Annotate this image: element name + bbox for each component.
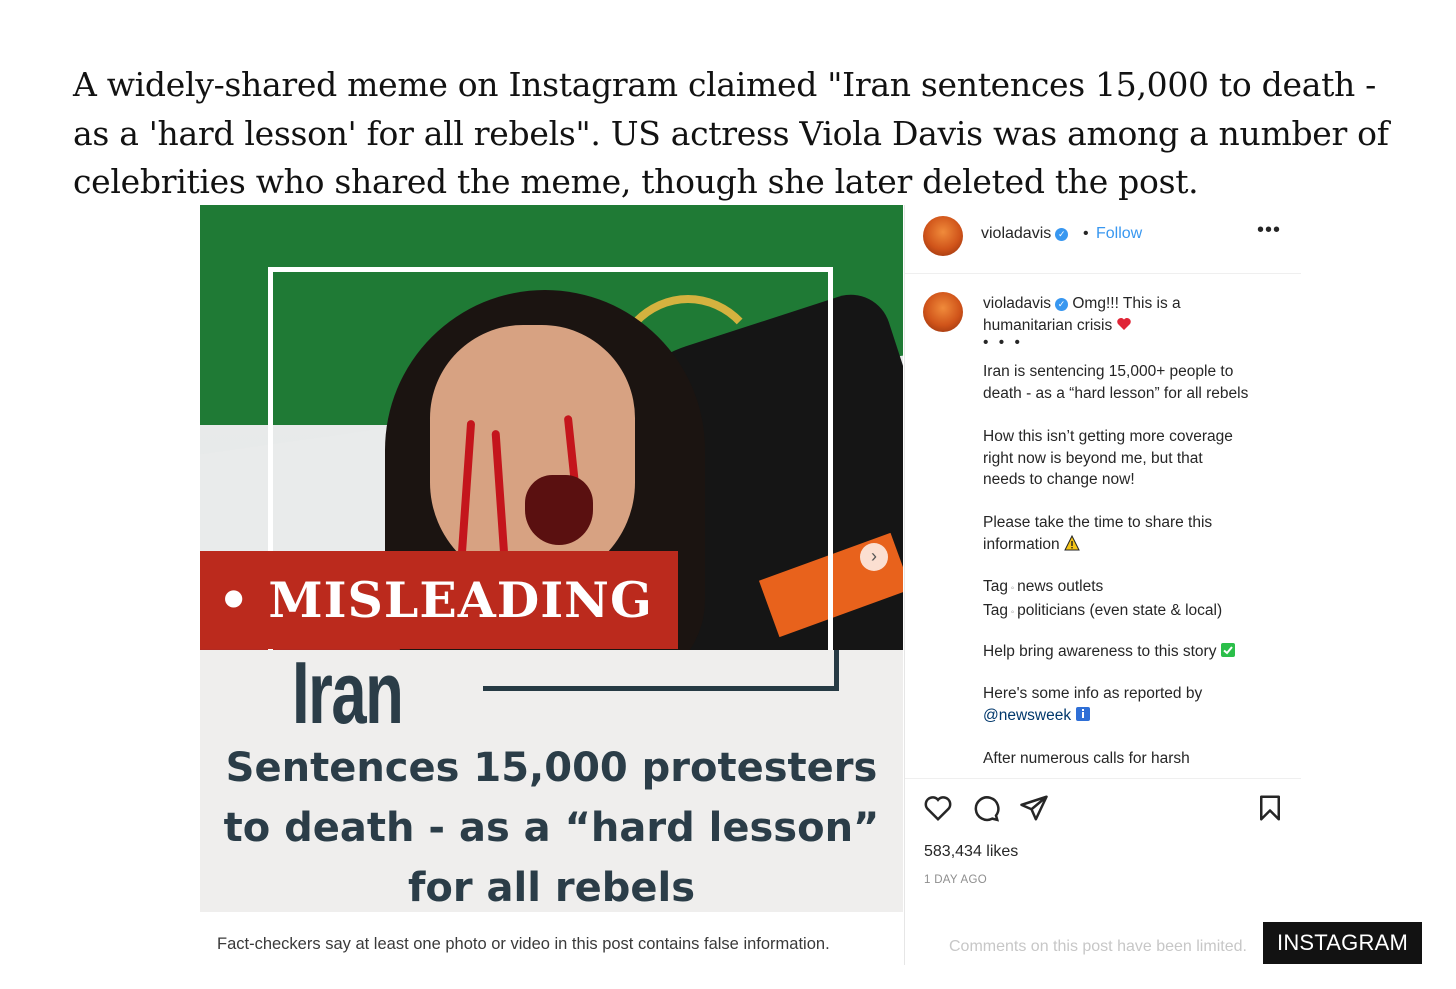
post-username[interactable]: violadavis ✓ (981, 225, 1069, 243)
headline-line: Sentences 15,000 protesters (225, 745, 878, 791)
avatar[interactable] (923, 216, 963, 256)
image-credit: INSTAGRAM (1263, 922, 1422, 964)
info-icon (1076, 706, 1091, 721)
post-photo: › • MISLEADING (200, 205, 903, 650)
headline-line: to death - as a “hard lesson” (223, 805, 880, 851)
comments-limited-notice: Comments on this post have been limited. (949, 938, 1247, 955)
post-actions (923, 793, 1293, 827)
instagram-post-embed: › • MISLEADING Iran Sentences 15,000 pro… (200, 205, 1301, 967)
heart-emoji-icon (1117, 317, 1131, 330)
comment-paragraph: Please take the time to share this infor… (983, 514, 1213, 553)
comment-paragraph: How this isn’t getting more coverage rig… (983, 428, 1233, 488)
likes-count[interactable]: 583,434 likes (924, 843, 1018, 861)
verified-icon: ✓ (1055, 298, 1069, 311)
instagram-sidebar: violadavis ✓ • Follow ••• violadavis ✓ Omg… (904, 205, 1301, 965)
comment-paragraph: Tag ◦ news outlets Tag ◦ politicians (ev… (983, 578, 1223, 619)
meme-title: Iran (292, 643, 404, 742)
bookmark-icon[interactable] (1255, 793, 1285, 830)
newsweek-link[interactable]: @newsweek (983, 707, 1071, 724)
comment-dots: • • • (983, 334, 1023, 351)
comment-paragraph: After numerous calls for harsh (983, 750, 1190, 767)
warning-icon (1063, 534, 1080, 550)
comment-paragraph: Iran is sentencing 15,000+ people to dea… (983, 363, 1249, 402)
headline-line: for all rebels (407, 865, 695, 911)
comment-username[interactable]: violadavis (983, 295, 1051, 312)
follow-button[interactable]: Follow (1096, 225, 1142, 243)
separator-dot: • (1083, 225, 1089, 242)
comment-text: violadavis ✓ Omg!!! This is a humanitaria… (983, 293, 1283, 350)
meme-text-panel: Iran Sentences 15,000 protesters to deat… (200, 643, 903, 912)
post-header: violadavis ✓ • Follow ••• (905, 205, 1301, 274)
verified-icon: ✓ (1055, 228, 1069, 241)
fact-check-notice[interactable]: Fact-checkers say at least one photo or … (200, 912, 903, 967)
comment-paragraph: Help bring awareness to this story (983, 641, 1283, 663)
post-timestamp: 1 DAY AGO (924, 874, 987, 886)
comment-icon[interactable] (971, 793, 1001, 830)
chevron-right-icon[interactable]: › (860, 543, 888, 571)
comment-paragraph: Here's some info as reported by @newswee… (983, 685, 1203, 724)
misleading-badge: • MISLEADING (200, 551, 678, 649)
meme-headline: Sentences 15,000 protesters to death - a… (200, 738, 903, 918)
share-icon[interactable] (1019, 793, 1049, 830)
caption-comment: violadavis ✓ Omg!!! This is a humanitaria… (905, 273, 1301, 779)
comment-line: humanitarian crisis (983, 316, 1113, 334)
comment-line: Omg!!! This is a (1072, 295, 1181, 312)
check-mark-icon (1221, 643, 1236, 657)
more-options-icon[interactable]: ••• (1257, 219, 1281, 242)
heart-icon[interactable] (923, 793, 953, 830)
avatar[interactable] (923, 292, 963, 332)
article-caption: A widely-shared meme on Instagram claime… (73, 65, 1389, 201)
